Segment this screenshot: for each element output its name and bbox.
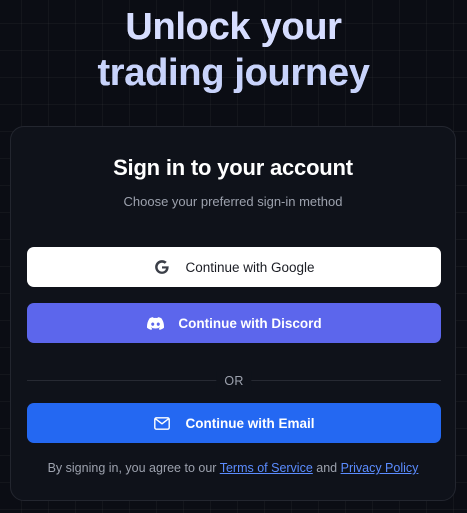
continue-with-email-button[interactable]: Continue with Email xyxy=(27,403,441,443)
hero-title-line-1: Unlock your xyxy=(0,4,467,50)
mail-icon xyxy=(153,414,171,432)
terms-of-service-link[interactable]: Terms of Service xyxy=(220,461,313,475)
privacy-policy-link[interactable]: Privacy Policy xyxy=(341,461,419,475)
legal-prefix: By signing in, you agree to our xyxy=(47,461,220,475)
sign-in-card: Sign in to your account Choose your pref… xyxy=(10,126,456,501)
or-divider: OR xyxy=(27,371,441,391)
email-button-label: Continue with Email xyxy=(185,415,315,431)
continue-with-discord-button[interactable]: Continue with Discord xyxy=(27,303,441,343)
card-title: Sign in to your account xyxy=(113,155,353,180)
hero-title: Unlock your trading journey xyxy=(0,4,467,96)
hero-title-line-2: trading journey xyxy=(0,50,467,96)
divider-text: OR xyxy=(216,371,252,391)
discord-icon xyxy=(146,314,164,332)
continue-with-google-button[interactable]: Continue with Google xyxy=(27,247,441,287)
card-subtitle: Choose your preferred sign-in method xyxy=(123,194,343,209)
google-button-label: Continue with Google xyxy=(185,259,315,275)
google-icon xyxy=(153,258,171,276)
discord-button-label: Continue with Discord xyxy=(178,315,322,331)
legal-notice: By signing in, you agree to our Terms of… xyxy=(11,461,455,475)
legal-conjunction: and xyxy=(312,461,341,475)
